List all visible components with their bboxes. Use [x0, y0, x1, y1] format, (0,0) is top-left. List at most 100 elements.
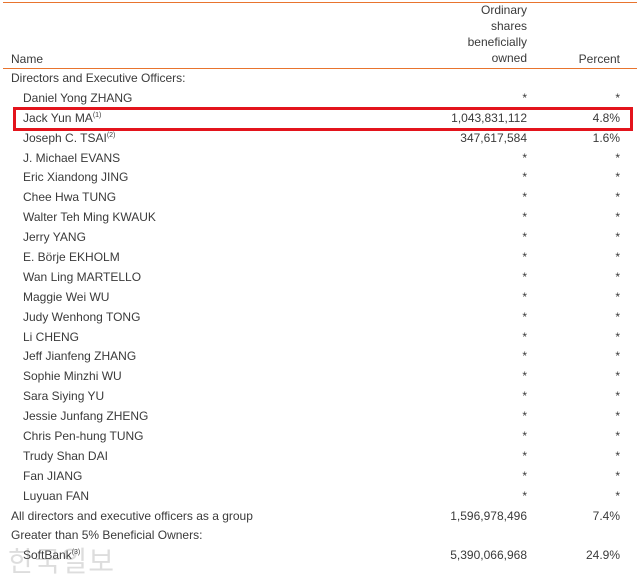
table-row: Trudy Shan DAI * *	[0, 447, 640, 467]
row-name: Jerry YANG	[23, 228, 86, 248]
row-shares: 347,617,584	[460, 130, 527, 145]
row-shares: 5,390,066,968	[450, 548, 527, 563]
row-percent: *	[615, 250, 620, 265]
row-name: Trudy Shan DAI	[23, 447, 108, 467]
row-shares: *	[522, 170, 527, 185]
row-shares: *	[522, 389, 527, 404]
name-text: Joseph C. TSAI	[23, 130, 107, 145]
row-percent: *	[615, 210, 620, 225]
name-text: Jack Yun MA	[23, 110, 93, 125]
row-percent: *	[615, 150, 620, 165]
table-row: E. Börje EKHOLM * *	[0, 248, 640, 268]
table-row: Jessie Junfang ZHENG * *	[0, 407, 640, 427]
table-row: Maggie Wei WU * *	[0, 288, 640, 308]
row-shares: *	[522, 488, 527, 503]
row-name: Sara Siying YU	[23, 387, 104, 407]
table-row: Directors and Executive Officers:	[0, 69, 640, 89]
row-shares: *	[522, 329, 527, 344]
footnote-marker: (1)	[92, 111, 102, 119]
row-shares: *	[522, 250, 527, 265]
table-header: Name Ordinary shares beneficially owned …	[3, 2, 637, 69]
header-shares: Ordinary shares beneficially owned	[468, 2, 527, 66]
table-row: Walter Teh Ming KWAUK * *	[0, 208, 640, 228]
row-name: Maggie Wei WU	[23, 288, 109, 308]
row-percent: 1.6%	[592, 130, 620, 145]
watermark-logo: 한국일보	[8, 545, 116, 578]
name-text: Trudy Shan DAI	[23, 448, 108, 463]
row-shares: *	[522, 90, 527, 105]
row-shares: *	[522, 289, 527, 304]
top-rule	[3, 2, 637, 3]
row-name: Joseph C. TSAI(2)	[23, 129, 115, 149]
name-text: Fan JIANG	[23, 468, 83, 483]
row-name: Sophie Minzhi WU	[23, 367, 122, 387]
name-text: All directors and executive officers as …	[11, 508, 253, 523]
row-name: Chris Pen-hung TUNG	[23, 427, 144, 447]
name-text: Jeff Jianfeng ZHANG	[23, 349, 137, 364]
row-name: Chee Hwa TUNG	[23, 188, 116, 208]
footnote-marker: (2)	[106, 131, 116, 139]
table-row: Jerry YANG * *	[0, 228, 640, 248]
table-row: Jeff Jianfeng ZHANG * *	[0, 347, 640, 367]
table-row: Sophie Minzhi WU * *	[0, 367, 640, 387]
row-shares: *	[522, 349, 527, 364]
row-percent: *	[615, 329, 620, 344]
row-percent: 4.8%	[592, 110, 620, 125]
row-shares: *	[522, 269, 527, 284]
table-row: Wan Ling MARTELLO * *	[0, 268, 640, 288]
name-text: Eric Xiandong JING	[23, 170, 129, 185]
row-shares: *	[522, 309, 527, 324]
name-text: Sophie Minzhi WU	[23, 369, 122, 384]
row-name: All directors and executive officers as …	[11, 507, 253, 527]
row-percent: *	[615, 468, 620, 483]
row-name: Wan Ling MARTELLO	[23, 268, 141, 288]
ownership-table-body: Directors and Executive Officers: Daniel …	[0, 69, 640, 566]
row-percent: *	[615, 409, 620, 424]
row-name: Luyuan FAN	[23, 487, 89, 507]
table-row: Daniel Yong ZHANG * *	[0, 89, 640, 109]
row-name: Fan JIANG	[23, 467, 82, 487]
table-row: Sara Siying YU * *	[0, 387, 640, 407]
row-shares: *	[522, 468, 527, 483]
name-text: Daniel Yong ZHANG	[23, 90, 133, 105]
row-shares: *	[522, 429, 527, 444]
row-name: Li CHENG	[23, 328, 79, 348]
row-name: Eric Xiandong JING	[23, 168, 128, 188]
row-percent: *	[615, 289, 620, 304]
name-text: Chee Hwa TUNG	[23, 190, 117, 205]
row-shares: *	[522, 369, 527, 384]
row-name: Walter Teh Ming KWAUK	[23, 208, 156, 228]
row-shares: *	[522, 230, 527, 245]
table-row: J. Michael EVANS * *	[0, 149, 640, 169]
row-percent: *	[615, 309, 620, 324]
row-shares: 1,043,831,112	[451, 110, 527, 125]
header-shares-line: beneficially	[467, 35, 527, 49]
name-text: Maggie Wei WU	[23, 289, 110, 304]
row-percent: *	[615, 369, 620, 384]
row-name: Daniel Yong ZHANG	[23, 89, 132, 109]
row-percent: *	[615, 429, 620, 444]
name-text: J. Michael EVANS	[23, 150, 121, 165]
row-percent: *	[615, 349, 620, 364]
table-row: Luyuan FAN * *	[0, 487, 640, 507]
table-row: Li CHENG * *	[0, 328, 640, 348]
row-name: Jeff Jianfeng ZHANG	[23, 347, 136, 367]
header-percent: Percent	[578, 52, 620, 66]
name-text: Jessie Junfang ZHENG	[23, 409, 149, 424]
table-row: Fan JIANG * *	[0, 467, 640, 487]
row-percent: *	[615, 90, 620, 105]
table-row: All directors and executive officers as …	[0, 507, 640, 527]
row-name: Jack Yun MA(1)	[23, 109, 101, 129]
row-percent: *	[615, 230, 620, 245]
name-text: E. Börje EKHOLM	[23, 250, 120, 265]
row-name: Jessie Junfang ZHENG	[23, 407, 148, 427]
row-shares: *	[522, 448, 527, 463]
name-text: Directors and Executive Officers:	[11, 71, 186, 85]
name-text: Wan Ling MARTELLO	[23, 269, 142, 284]
row-percent: *	[615, 269, 620, 284]
name-text: Sara Siying YU	[23, 389, 105, 404]
table-row: Chee Hwa TUNG * *	[0, 188, 640, 208]
name-text: Walter Teh Ming KWAUK	[23, 210, 156, 225]
row-percent: 7.4%	[592, 508, 620, 523]
header-shares-line: Ordinary	[480, 3, 527, 17]
